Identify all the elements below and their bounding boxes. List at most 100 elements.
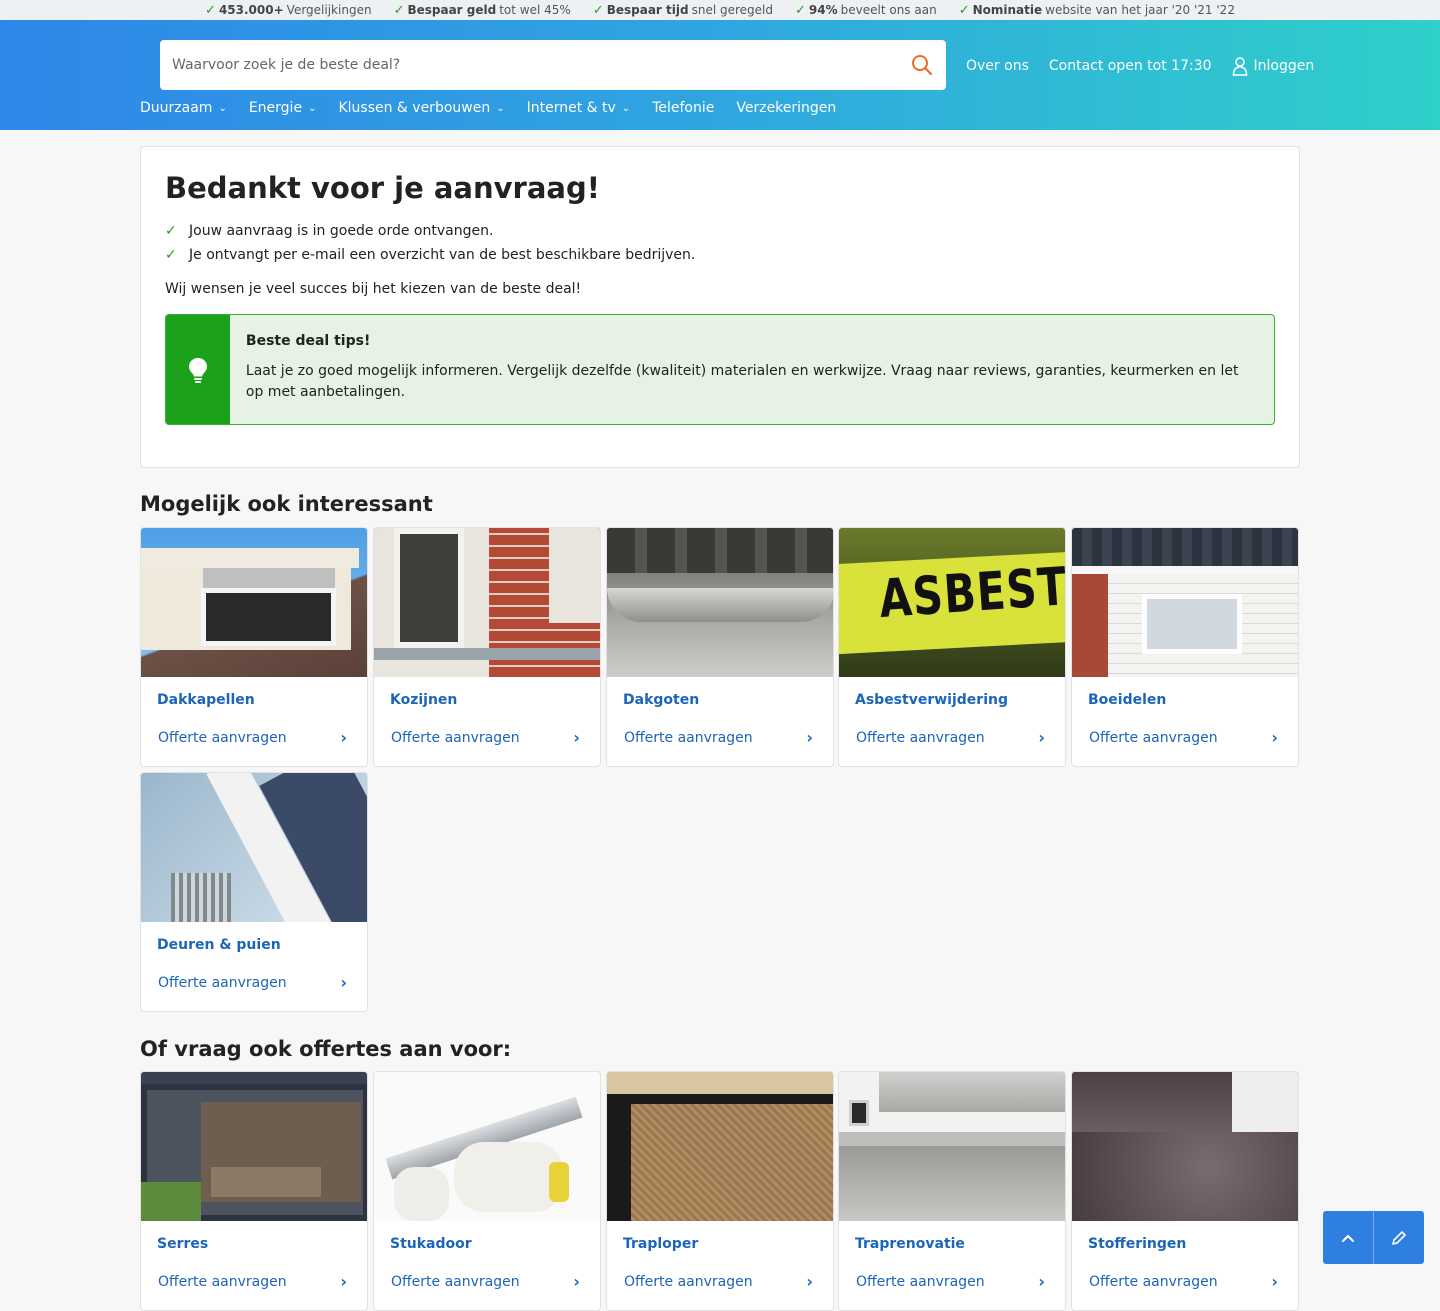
confirmation-checks: ✓ Jouw aanvraag is in goede orde ontvange…: [165, 223, 1275, 263]
search-input[interactable]: [172, 57, 910, 73]
main-nav: Duurzaam ⌄ Energie ⌄ Klussen & verbouwen ⌄ …: [140, 100, 836, 116]
tile-image: [1072, 528, 1298, 677]
nav-item-internet[interactable]: Internet & tv ⌄: [527, 100, 631, 116]
tile-title: Stukadoor: [390, 1236, 472, 1252]
tile-boeidelen[interactable]: Boeidelen Offerte aanvragen ›: [1071, 527, 1299, 767]
chevron-down-icon: ⌄: [308, 102, 317, 114]
nav-item-klussen[interactable]: Klussen & verbouwen ⌄: [338, 100, 504, 116]
site-header: Over ons Contact open tot 17:30 Inloggen…: [0, 20, 1440, 130]
chevron-right-icon: ›: [340, 728, 347, 747]
tip-box: Beste deal tips! Laat je zo goed mogelij…: [165, 314, 1275, 425]
quote-link[interactable]: Offerte aanvragen ›: [158, 1272, 347, 1291]
tile-serres[interactable]: Serres Offerte aanvragen ›: [140, 1071, 368, 1311]
chevron-right-icon: ›: [573, 728, 580, 747]
chevron-right-icon: ›: [806, 1272, 813, 1291]
search-box: [160, 40, 946, 90]
tile-traprenovatie[interactable]: Traprenovatie Offerte aanvragen ›: [838, 1071, 1066, 1311]
quote-link[interactable]: Offerte aanvragen ›: [624, 728, 813, 747]
tile-image: [839, 1072, 1065, 1221]
header-links: Over ons Contact open tot 17:30 Inloggen: [966, 56, 1314, 76]
chevron-right-icon: ›: [1271, 728, 1278, 747]
tile-title: Dakkapellen: [157, 692, 255, 708]
chevron-right-icon: ›: [340, 1272, 347, 1291]
quote-link[interactable]: Offerte aanvragen ›: [856, 728, 1045, 747]
quote-link[interactable]: Offerte aanvragen ›: [1089, 1272, 1278, 1291]
chevron-right-icon: ›: [1038, 728, 1045, 747]
tile-asbestverwijdering[interactable]: ASBEST Asbestverwijdering Offerte aanvra…: [838, 527, 1066, 767]
tile-deuren-puien[interactable]: Deuren & puien Offerte aanvragen ›: [140, 772, 368, 1012]
section-title-interesting: Mogelijk ook interessant: [140, 492, 433, 516]
tile-title: Asbestverwijdering: [855, 692, 1008, 708]
tile-image: [374, 528, 600, 677]
contact-link[interactable]: Contact open tot 17:30: [1049, 58, 1212, 74]
nav-item-verzekeringen[interactable]: Verzekeringen: [736, 100, 836, 116]
usp-item: ✓ Bespaar geld tot wel 45%: [393, 2, 571, 18]
chevron-down-icon: ⌄: [496, 102, 505, 114]
tip-text: Laat je zo goed mogelijk informeren. Ver…: [245, 363, 1239, 400]
tile-title: Dakgoten: [623, 692, 700, 708]
tile-image: [141, 528, 367, 677]
login-link[interactable]: Inloggen: [1232, 56, 1315, 76]
tile-kozijnen[interactable]: Kozijnen Offerte aanvragen ›: [373, 527, 601, 767]
list-item: ✓ Jouw aanvraag is in goede orde ontvange…: [165, 223, 494, 239]
tip-title: Beste deal tips!: [245, 333, 371, 349]
check-icon: ✓: [795, 2, 806, 18]
user-icon: [1232, 57, 1247, 76]
usp-bar: ✓ 453.000+ Vergelijkingen ✓ Bespaar geld tot…: [0, 0, 1440, 20]
tile-title: Stofferingen: [1088, 1236, 1187, 1252]
tile-image: [607, 1072, 833, 1221]
quote-link[interactable]: Offerte aanvragen ›: [391, 1272, 580, 1291]
quote-link[interactable]: Offerte aanvragen ›: [158, 973, 347, 992]
tile-stofferingen[interactable]: Stofferingen Offerte aanvragen ›: [1071, 1071, 1299, 1311]
tile-image: [374, 1072, 600, 1221]
chevron-right-icon: ›: [340, 973, 347, 992]
tile-image: [141, 773, 367, 922]
usp-item: ✓ 94% beveelt ons aan: [795, 2, 937, 18]
tile-image: [141, 1072, 367, 1221]
quote-link[interactable]: Offerte aanvragen ›: [624, 1272, 813, 1291]
usp-item: ✓ Nominatie website van het jaar '20 '21 '…: [958, 2, 1235, 18]
page-title: Bedankt voor je aanvraag!: [165, 171, 600, 205]
usp-item: ✓ 453.000+ Vergelijkingen: [205, 2, 372, 18]
search-icon[interactable]: [910, 53, 934, 77]
list-item: ✓ Je ontvangt per e-mail een overzicht va…: [165, 247, 696, 263]
edit-button[interactable]: [1373, 1211, 1424, 1264]
tile-image: [607, 528, 833, 677]
nav-item-energie[interactable]: Energie ⌄: [249, 100, 317, 116]
quote-link[interactable]: Offerte aanvragen ›: [1089, 728, 1278, 747]
chevron-up-icon: [1342, 1234, 1354, 1242]
scroll-top-button[interactable]: [1323, 1211, 1373, 1264]
lightbulb-icon: [166, 315, 230, 424]
chevron-right-icon: ›: [806, 728, 813, 747]
check-icon: ✓: [393, 2, 405, 18]
confirmation-card: Bedankt voor je aanvraag! ✓ Jouw aanvraag…: [140, 146, 1300, 468]
chevron-right-icon: ›: [573, 1272, 580, 1291]
about-link[interactable]: Over ons: [966, 58, 1029, 74]
usp-item: ✓ Bespaar tijd snel geregeld: [592, 2, 773, 18]
tile-title: Boeidelen: [1088, 692, 1167, 708]
section-title-other-quotes: Of vraag ook offertes aan voor:: [140, 1037, 512, 1061]
check-icon: ✓: [205, 2, 216, 18]
tile-title: Traprenovatie: [855, 1236, 965, 1252]
quote-link[interactable]: Offerte aanvragen ›: [391, 728, 580, 747]
asbest-label: ASBEST: [877, 555, 1065, 630]
tile-title: Serres: [157, 1236, 209, 1252]
quote-link[interactable]: Offerte aanvragen ›: [856, 1272, 1045, 1291]
tile-dakgoten[interactable]: Dakgoten Offerte aanvragen ›: [606, 527, 834, 767]
tile-title: Deuren & puien: [157, 937, 281, 953]
tile-image: [1072, 1072, 1298, 1221]
tile-stukadoor[interactable]: Stukadoor Offerte aanvragen ›: [373, 1071, 601, 1311]
nav-item-telefonie[interactable]: Telefonie: [652, 100, 714, 116]
chevron-down-icon: ⌄: [621, 102, 631, 114]
tile-title: Traploper: [623, 1236, 699, 1252]
chevron-right-icon: ›: [1271, 1272, 1278, 1291]
nav-item-duurzaam[interactable]: Duurzaam ⌄: [140, 100, 227, 116]
check-icon: ✓: [165, 223, 177, 239]
chevron-right-icon: ›: [1038, 1272, 1045, 1291]
tile-dakkapellen[interactable]: Dakkapellen Offerte aanvragen ›: [140, 527, 368, 767]
tile-traploper[interactable]: Traploper Offerte aanvragen ›: [606, 1071, 834, 1311]
login-label: Inloggen: [1253, 58, 1315, 74]
quote-link[interactable]: Offerte aanvragen ›: [158, 728, 347, 747]
chevron-down-icon: ⌄: [218, 102, 227, 114]
wish-text: Wij wensen je veel succes bij het kiezen…: [165, 281, 582, 297]
